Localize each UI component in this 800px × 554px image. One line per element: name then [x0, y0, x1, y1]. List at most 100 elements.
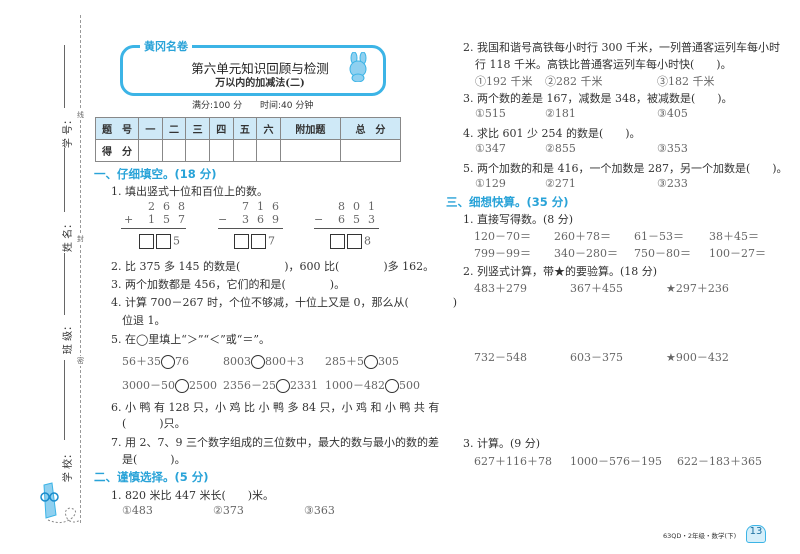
score-header-cell: 一	[138, 117, 163, 140]
score-header-cell: 附加题	[279, 117, 341, 140]
question-3-3: 3. 计算。(9 分)	[463, 437, 541, 450]
question-3-1: 1. 直接写得数。(8 分)	[463, 213, 574, 226]
bunny-mascot-icon	[349, 52, 367, 82]
compare-circle[interactable]	[276, 379, 290, 393]
compare-circle[interactable]	[161, 355, 175, 369]
section-2-title: 二、谨慎选择。(5 分)	[94, 470, 209, 484]
option[interactable]: ②271	[545, 177, 576, 190]
answer-boxes[interactable]: 8	[330, 234, 371, 249]
sum-bottom: 157	[148, 213, 193, 226]
compare-circle[interactable]	[251, 355, 265, 369]
vertical-calc-item: 483＋279	[474, 282, 527, 295]
option[interactable]: ①129	[475, 177, 506, 190]
vertical-calc-item: 367＋455	[570, 282, 623, 295]
question-3-2: 2. 列竖式计算，带★的要验算。(18 分)	[463, 265, 658, 278]
option[interactable]: ①515	[475, 107, 506, 120]
brand-logo-text: 黄冈名卷	[144, 40, 188, 53]
question-2-2: 2. 我国和谐号高铁每小时行 300 千米，一列普通客运列车每小时	[463, 41, 780, 54]
vertical-calc-item: 732－548	[474, 351, 527, 364]
cut-line	[80, 15, 81, 523]
compare-circle[interactable]	[175, 379, 189, 393]
student-no-label: 学 号：	[63, 114, 75, 149]
calc-item: 627＋116＋78	[474, 455, 552, 468]
score-header-cell: 六	[256, 117, 281, 140]
student-no-line[interactable]	[64, 45, 65, 108]
option[interactable]: ②181	[545, 107, 576, 120]
school-line[interactable]	[64, 360, 65, 440]
question-1-7: 7. 用 2、7、9 三个数字组成的三位数中，最大的数与最小的数的差	[111, 436, 439, 449]
question-2-4: 4. 求比 601 少 254 的数是( )。	[463, 127, 641, 140]
question-2-2-cont: 行 118 千米。高铁比普通客运列车每小时快( )。	[475, 58, 732, 71]
score-cell[interactable]	[161, 139, 187, 162]
compare-circle[interactable]	[385, 379, 399, 393]
score-cell[interactable]	[339, 139, 402, 162]
compare-item: 8003 800＋3	[223, 355, 304, 369]
score-cell[interactable]	[256, 139, 281, 162]
score-header-cell: 三	[185, 117, 210, 140]
score-cell[interactable]	[232, 139, 258, 162]
option[interactable]: ②855	[545, 142, 576, 155]
option[interactable]: ③363	[304, 504, 335, 517]
sum-operator: −	[314, 213, 324, 226]
seal-mark: 密	[77, 356, 84, 366]
option[interactable]: ③405	[657, 107, 688, 120]
option[interactable]: ②282 千米	[545, 73, 603, 89]
score-table-header-row: 题 号 一 二 三 四 五 六 附加题 总 分	[95, 117, 402, 140]
oral-item: 799－99＝	[474, 247, 531, 260]
vertical-calc-item: 603－375	[570, 351, 623, 364]
vertical-calc-item: ★297＋236	[666, 282, 729, 295]
compare-item: 2356－25 2331	[223, 379, 318, 393]
page-number: 13	[746, 525, 766, 543]
score-table: 题 号 一 二 三 四 五 六 附加题 总 分 得 分	[95, 117, 402, 162]
score-table-row: 得 分	[95, 139, 402, 162]
sum-operator: −	[218, 213, 228, 226]
answer-boxes[interactable]: 5	[139, 234, 180, 249]
compare-item: 1000－482 500	[325, 379, 420, 393]
option[interactable]: ①483	[122, 504, 153, 517]
score-header-cell: 题 号	[95, 117, 139, 140]
question-1-4: 4. 计算 700－267 时，个位不够减，十位上又是 0，那么从( )	[111, 296, 458, 309]
answer-boxes[interactable]: 7	[234, 234, 275, 249]
score-cell[interactable]	[185, 139, 210, 162]
time-limit: 时间:40 分钟	[260, 101, 314, 111]
name-line[interactable]	[64, 148, 65, 212]
class-line[interactable]	[64, 253, 65, 315]
question-2-1: 1. 820 米比 447 米长( )米。	[111, 489, 275, 502]
option[interactable]: ③233	[657, 177, 688, 190]
oral-item: 120－70＝	[474, 230, 531, 243]
section-1-title: 一、仔细填空。(18 分)	[94, 167, 217, 181]
compare-circle[interactable]	[364, 355, 378, 369]
score-cell[interactable]	[279, 139, 341, 162]
option[interactable]: ③182 千米	[657, 73, 715, 89]
class-label: 班 级：	[63, 320, 75, 355]
question-1-7-cont: 是( )。	[122, 453, 186, 466]
question-1-3: 3. 两个加数都是 456，它们的和是( )。	[111, 278, 346, 291]
sum-top: 268	[148, 200, 193, 213]
sum-last-digit: 7	[268, 234, 275, 248]
sum-last-digit: 8	[364, 234, 371, 248]
score-header-cell: 总 分	[339, 117, 402, 140]
seal-mark: 封	[77, 234, 84, 244]
footer-text: 63QD・2年级・数学(下)	[663, 532, 737, 540]
score-cell[interactable]	[138, 139, 163, 162]
question-1-6: 6. 小 鸭 有 128 只，小 鸡 比 小 鸭 多 84 只，小 鸡 和 小 …	[111, 401, 440, 414]
vertical-calc-item: ★900－432	[666, 351, 729, 364]
oral-item: 340－280＝	[554, 247, 618, 260]
option[interactable]: ③353	[657, 142, 688, 155]
sum-operator: +	[124, 213, 134, 226]
pencil-mascot-icon	[40, 482, 81, 524]
option[interactable]: ①347	[475, 142, 506, 155]
calc-item: 1000－576－195	[570, 455, 662, 468]
name-label: 姓 名：	[63, 218, 75, 253]
compare-item: 56＋35 76	[122, 355, 189, 369]
score-cell[interactable]	[208, 139, 234, 162]
option[interactable]: ②373	[213, 504, 244, 517]
option[interactable]: ①192 千米	[475, 73, 533, 89]
question-1-4-cont: 位退 1。	[122, 314, 166, 327]
question-2-3: 3. 两个数的差是 167，减数是 348，被减数是( )。	[463, 92, 733, 105]
oral-item: 38＋45＝	[709, 230, 759, 243]
oral-item: 61－53＝	[634, 230, 684, 243]
page-subtitle: 万以内的加减法(二)	[215, 78, 305, 89]
score-header-cell: 五	[232, 117, 258, 140]
oral-item: 260＋78＝	[554, 230, 611, 243]
